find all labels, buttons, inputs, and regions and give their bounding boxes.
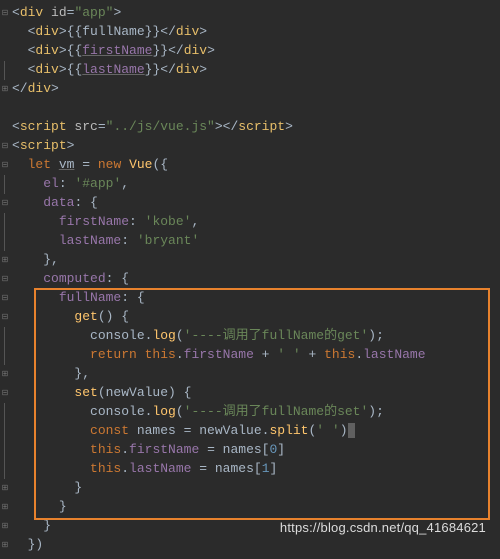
code-text: const names = newValue.split(' '): [10, 422, 355, 441]
fold-gutter-icon[interactable]: [0, 198, 10, 210]
code-text: this.firstName = names[0]: [10, 441, 285, 460]
watermark: https://blog.csdn.net/qq_41684621: [280, 519, 486, 538]
fold-gutter-icon[interactable]: [0, 293, 10, 305]
code-line[interactable]: const names = newValue.split(' '): [0, 422, 500, 441]
code-text: </div>: [10, 80, 59, 99]
code-text: <div>{{lastName}}</div>: [10, 61, 207, 80]
code-text: firstName: 'kobe',: [10, 213, 199, 232]
code-line[interactable]: <script src="../js/vue.js"></script>: [0, 118, 500, 137]
code-line[interactable]: console.log('----调用了fullName的set');: [0, 403, 500, 422]
code-line[interactable]: lastName: 'bryant': [0, 232, 500, 251]
fold-gutter-icon[interactable]: [0, 369, 10, 381]
code-text: return this.firstName + ' ' + this.lastN…: [10, 346, 426, 365]
code-text: },: [10, 365, 90, 384]
code-line[interactable]: set(newValue) {: [0, 384, 500, 403]
code-text: this.lastName = names[1]: [10, 460, 277, 479]
code-text: let vm = new Vue({: [10, 156, 168, 175]
code-line[interactable]: let vm = new Vue({: [0, 156, 500, 175]
code-line[interactable]: <div>{{fullName}}</div>: [0, 23, 500, 42]
code-line[interactable]: </div>: [0, 80, 500, 99]
fold-gutter-icon[interactable]: [0, 540, 10, 552]
code-text: get() {: [10, 308, 129, 327]
code-line[interactable]: }: [0, 479, 500, 498]
fold-gutter-icon: [0, 441, 10, 460]
code-text: computed: {: [10, 270, 129, 289]
fold-gutter-icon[interactable]: [0, 388, 10, 400]
code-line[interactable]: <div>{{firstName}}</div>: [0, 42, 500, 61]
code-text: data: {: [10, 194, 98, 213]
code-text: <div>{{fullName}}</div>: [10, 23, 207, 42]
fold-gutter-icon[interactable]: [0, 502, 10, 514]
fold-gutter-icon[interactable]: [0, 483, 10, 495]
code-text: <script>: [10, 137, 74, 156]
code-text: }: [10, 479, 82, 498]
fold-gutter-icon[interactable]: [0, 521, 10, 533]
code-line[interactable]: <div id="app">: [0, 4, 500, 23]
code-text: <script src="../js/vue.js"></script>: [10, 118, 293, 137]
code-line[interactable]: [0, 99, 500, 118]
code-line[interactable]: el: '#app',: [0, 175, 500, 194]
code-line[interactable]: this.lastName = names[1]: [0, 460, 500, 479]
fold-gutter-icon[interactable]: [0, 8, 10, 20]
fold-gutter-icon: [0, 346, 10, 365]
fold-gutter-icon: [0, 403, 10, 422]
code-line[interactable]: console.log('----调用了fullName的get');: [0, 327, 500, 346]
code-line[interactable]: firstName: 'kobe',: [0, 213, 500, 232]
fold-gutter-icon[interactable]: [0, 312, 10, 324]
code-editor[interactable]: <div id="app"> <div>{{fullName}}</div> <…: [0, 0, 500, 559]
code-text: }: [10, 498, 67, 517]
code-line[interactable]: return this.firstName + ' ' + this.lastN…: [0, 346, 500, 365]
code-line[interactable]: },: [0, 365, 500, 384]
code-line[interactable]: get() {: [0, 308, 500, 327]
fold-gutter-icon[interactable]: [0, 274, 10, 286]
code-text: el: '#app',: [10, 175, 129, 194]
code-text: <div>{{firstName}}</div>: [10, 42, 215, 61]
code-text: console.log('----调用了fullName的set');: [10, 403, 384, 422]
fold-gutter-icon[interactable]: [0, 84, 10, 96]
fold-gutter-icon[interactable]: [0, 141, 10, 153]
code-line[interactable]: this.firstName = names[0]: [0, 441, 500, 460]
code-text: },: [10, 251, 59, 270]
code-line[interactable]: <script>: [0, 137, 500, 156]
fold-gutter-icon: [0, 460, 10, 479]
code-line[interactable]: data: {: [0, 194, 500, 213]
fold-gutter-icon[interactable]: [0, 255, 10, 267]
fold-gutter-icon: [0, 213, 10, 232]
code-text: }): [10, 536, 43, 555]
code-line[interactable]: <div>{{lastName}}</div>: [0, 61, 500, 80]
code-text: set(newValue) {: [10, 384, 191, 403]
fold-gutter-icon: [0, 327, 10, 346]
code-line[interactable]: fullName: {: [0, 289, 500, 308]
code-text: }: [10, 517, 51, 536]
code-line[interactable]: }): [0, 536, 500, 555]
fold-gutter-icon: [0, 232, 10, 251]
fold-gutter-icon: [0, 175, 10, 194]
fold-gutter-icon[interactable]: [0, 160, 10, 172]
code-line[interactable]: },: [0, 251, 500, 270]
fold-gutter-icon: [0, 422, 10, 441]
code-text: console.log('----调用了fullName的get');: [10, 327, 384, 346]
fold-gutter-icon: [0, 61, 10, 80]
code-line[interactable]: }: [0, 498, 500, 517]
code-line[interactable]: computed: {: [0, 270, 500, 289]
code-text: lastName: 'bryant': [10, 232, 199, 251]
code-text: <div id="app">: [10, 4, 121, 23]
code-text: fullName: {: [10, 289, 145, 308]
